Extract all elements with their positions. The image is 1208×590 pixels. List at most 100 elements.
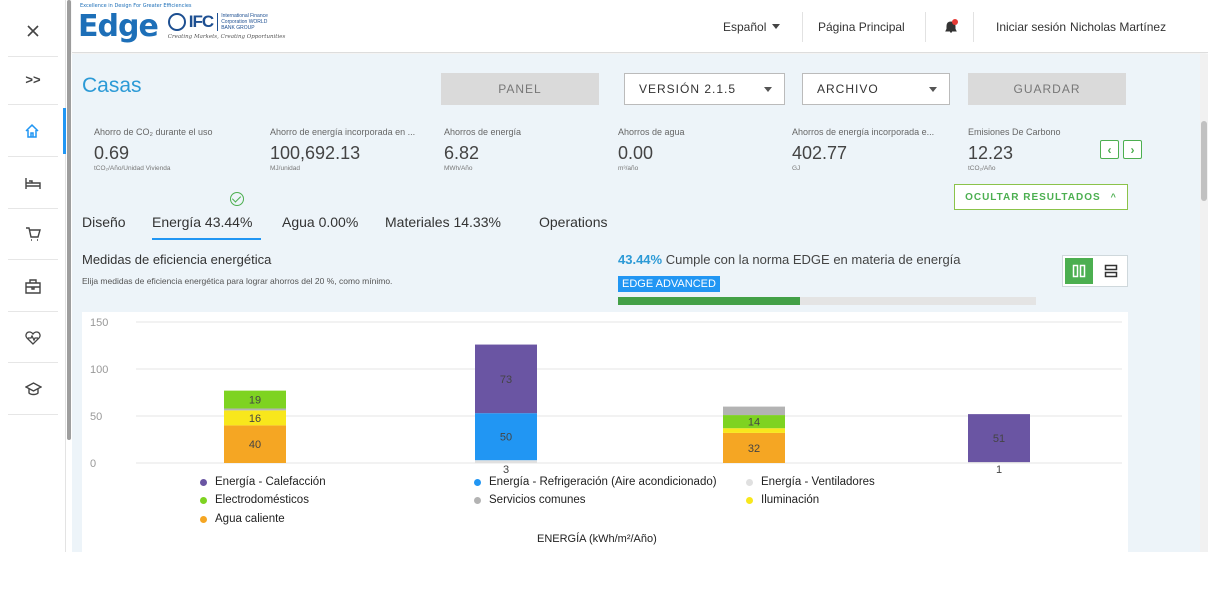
ifc-logo-text: IFC (188, 12, 214, 31)
close-sidebar-button[interactable] (0, 8, 66, 54)
sidebar-item-briefcase[interactable] (0, 263, 66, 309)
sidebar: >> (0, 0, 66, 552)
home-page-label: Página Principal (818, 19, 905, 34)
metric-unit: tCO₂/Año/Unidad Vivienda (94, 165, 171, 172)
legend-item-common-services[interactable]: Servicios comunes (474, 494, 586, 506)
legend-label: Energía - Refrigeración (Aire acondicion… (489, 476, 717, 488)
version-select[interactable]: VERSIÓN 2.1.5 (624, 73, 785, 105)
home-page-link[interactable]: Página Principal (818, 0, 905, 53)
compliance-text: 43.44% Cumple con la norma EDGE en mater… (618, 252, 961, 267)
file-select[interactable]: ARCHIVO (802, 73, 950, 105)
hide-results-button[interactable]: OCULTAR RESULTADOS ^ (954, 184, 1128, 210)
divider (925, 12, 926, 42)
section-title: Medidas de eficiencia energética (82, 252, 272, 267)
legend-item-hot-water[interactable]: Agua caliente (200, 513, 285, 525)
rows-view-button[interactable] (1097, 258, 1125, 284)
legend-label: Agua caliente (215, 513, 285, 525)
sidebar-item-education[interactable] (0, 366, 66, 412)
edge-advanced-badge: EDGE ADVANCED (618, 276, 720, 292)
metric-value: 0.69 (94, 143, 130, 163)
legend-item-appliances[interactable]: Electrodomésticos (200, 494, 309, 506)
ifc-logo-subtext: International Finance Corporation WORLD … (217, 13, 279, 31)
rows-icon (1104, 264, 1118, 278)
divider (8, 208, 58, 209)
legend-item-lighting[interactable]: Iluminación (746, 494, 819, 506)
ifc-tagline: Creating Markets, Creating Opportunities (167, 34, 286, 40)
data-label: 1 (996, 464, 1002, 476)
caret-down-icon (764, 87, 772, 92)
legend-dot (200, 515, 207, 523)
heart-icon (25, 330, 41, 345)
metrics-next-button[interactable]: › (1123, 140, 1142, 159)
user-menu[interactable]: Iniciar sesión Nicholas Martínez (996, 0, 1166, 53)
y-tick-label: 100 (90, 364, 108, 376)
expand-sidebar-button[interactable]: >> (0, 56, 66, 102)
page-title: Casas (82, 74, 142, 97)
metric-embodied-energy-savings: Ahorro de energía incorporada en ... 100… (270, 127, 415, 172)
compliance-percent: 43.44% (618, 252, 663, 267)
notifications-button[interactable] (944, 0, 958, 53)
legend-item-cooling[interactable]: Energía - Refrigeración (Aire acondicion… (474, 476, 717, 488)
chevron-up-icon: ^ (1110, 192, 1117, 202)
x-axis-title: ENERGÍA (kWh/m²/Año) (537, 533, 657, 545)
edge-logo-text: Edge (78, 8, 159, 44)
metric-label: Ahorros de agua (618, 127, 685, 137)
y-tick-label: 0 (90, 458, 96, 470)
tab-operations[interactable]: Operations (539, 214, 607, 230)
divider (802, 12, 803, 42)
caret-down-icon (772, 24, 781, 29)
metric-label: Emisiones De Carbono (968, 127, 1061, 137)
metric-unit: tCO₂/Año (968, 165, 996, 172)
caret-down-icon (929, 87, 937, 92)
tab-design[interactable]: Diseño (82, 214, 126, 230)
metric-value: 12.23 (968, 143, 1014, 163)
columns-view-button[interactable] (1065, 258, 1093, 284)
metric-label: Ahorros de energía (444, 127, 522, 137)
metric-carbon-emissions: Emisiones De Carbono 12.23 tCO₂/Año (968, 127, 1061, 172)
tab-materials[interactable]: Materiales 14.33% (385, 214, 501, 230)
metrics-prev-button[interactable]: ‹ (1100, 140, 1119, 159)
sidebar-item-cart[interactable] (0, 211, 66, 257)
y-tick-label: 150 (90, 317, 108, 329)
data-label: 14 (748, 417, 760, 429)
close-icon (27, 25, 39, 37)
ifc-logo: IFC International Finance Corporation WO… (167, 12, 286, 40)
columns-icon (1072, 264, 1086, 278)
data-label: 40 (249, 439, 261, 451)
tab-energy[interactable]: Energía 43.44% (152, 214, 252, 230)
edge-tagline: Excellence in Design For Greater Efficie… (80, 2, 192, 9)
sidebar-item-home[interactable] (0, 108, 66, 154)
sidebar-item-heart[interactable] (0, 314, 66, 360)
legend-dot (200, 478, 207, 486)
data-label: 32 (748, 443, 760, 455)
save-button[interactable]: GUARDAR (968, 73, 1126, 105)
energy-chart: 0 50 100 150 40 16 19 3 50 73 32 14 1 51 Energía - Ca… (82, 312, 1128, 552)
metric-label: Ahorro de energía incorporada en ... (270, 127, 416, 137)
chevron-right-icon: › (1130, 142, 1135, 157)
tab-water[interactable]: Agua 0.00% (282, 214, 358, 230)
bar-segment (224, 408, 286, 411)
metric-unit: m³/año (618, 165, 639, 172)
legend-item-fans[interactable]: Energía - Ventiladores (746, 476, 875, 488)
compliance-progress-bar (618, 297, 1036, 305)
user-name: Nicholas Martínez (1070, 19, 1167, 34)
language-label: Español (723, 19, 767, 34)
metric-label: Ahorros de energía incorporada e... (792, 127, 935, 137)
y-tick-label: 50 (90, 411, 102, 423)
legend-dot (200, 496, 207, 504)
graduation-cap-icon (24, 381, 42, 395)
legend-label: Electrodomésticos (215, 494, 309, 506)
scrollbar-thumb[interactable] (1201, 121, 1207, 201)
language-select[interactable]: Español (723, 0, 781, 53)
bar-segment (475, 460, 537, 463)
chevron-left-icon: ‹ (1107, 142, 1112, 157)
panel-button[interactable]: PANEL (441, 73, 599, 105)
sidebar-scrollbar[interactable] (67, 0, 71, 440)
page-scrollbar[interactable] (1200, 54, 1208, 552)
edge-ifc-logo[interactable]: Excellence in Design For Greater Efficie… (78, 2, 286, 48)
briefcase-icon (25, 278, 41, 294)
legend-item-heating[interactable]: Energía - Calefacción (200, 476, 326, 488)
sidebar-item-bed[interactable] (0, 160, 66, 206)
data-label: 50 (500, 432, 512, 444)
metric-unit: MWh/Año (444, 165, 473, 172)
